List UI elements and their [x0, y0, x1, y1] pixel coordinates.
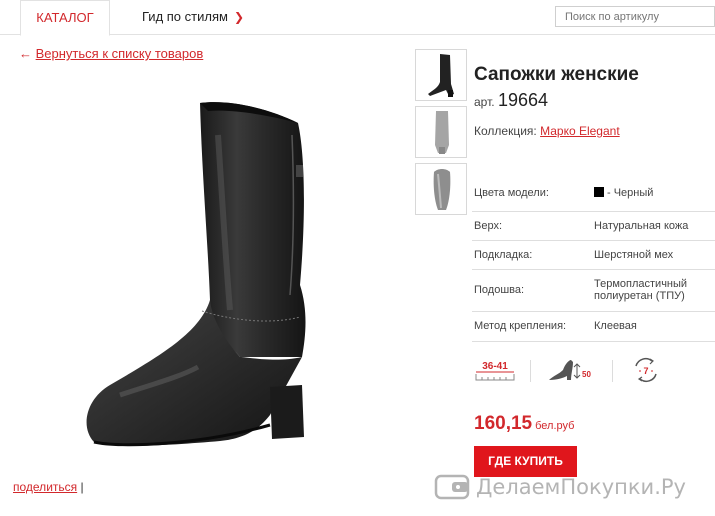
- boot-thumbnail-icon: [435, 111, 449, 154]
- collection-link[interactable]: Марко Elegant: [540, 124, 620, 138]
- watermark-text: ДелаемПокупки.Ру: [476, 475, 686, 499]
- spec-value: Шерстяной мех: [592, 240, 715, 270]
- width-text: 7: [643, 366, 648, 376]
- tab-style-guide[interactable]: Гид по стилям ❯: [142, 0, 244, 35]
- feature-divider: [612, 360, 613, 382]
- back-link-label: Вернуться к списку товаров: [35, 46, 204, 61]
- thumbnail-back-view[interactable]: [415, 106, 467, 158]
- spec-row-upper: Верх: Натуральная кожа: [472, 211, 715, 241]
- collection-label: Коллекция:: [474, 124, 537, 138]
- article-number: арт. 19664: [474, 90, 548, 111]
- collection: Коллекция: Марко Elegant: [474, 124, 620, 138]
- back-to-list-link[interactable]: ← Вернуться к списку товаров: [19, 46, 203, 61]
- spec-row-construction: Метод крепления: Клеевая: [472, 311, 715, 342]
- size-range-icon: 36-41: [474, 356, 518, 386]
- spec-key: Подкладка:: [472, 240, 592, 270]
- spec-row-colors: Цвета модели: - Черный: [472, 176, 715, 212]
- spec-key: Верх:: [472, 211, 592, 241]
- price-value: 160,15: [474, 413, 533, 434]
- boot-thumbnail-icon: [428, 54, 454, 97]
- price: 160,15 бел.руб: [474, 413, 574, 435]
- spec-table: Цвета модели: - Черный Верх: Натуральная…: [472, 176, 715, 342]
- tab-style-guide-label: Гид по стилям: [142, 9, 228, 24]
- heel-height-icon: 50: [547, 356, 593, 386]
- product-title: Сапожки женские: [474, 64, 639, 85]
- thumbnail-side-view[interactable]: [415, 49, 467, 101]
- spec-value: Термопластичный полиуретан (ТПУ): [592, 269, 715, 312]
- article-value: 19664: [497, 90, 548, 110]
- feature-divider: [530, 360, 531, 382]
- spec-value: - Черный: [592, 176, 715, 212]
- color-name: - Черный: [607, 187, 654, 200]
- article-search-input[interactable]: [555, 6, 715, 27]
- thumbnail-front-view[interactable]: [415, 163, 467, 215]
- wallet-icon: [434, 474, 470, 500]
- chevron-right-icon: ❯: [233, 10, 244, 24]
- share-link[interactable]: поделиться |: [13, 480, 84, 494]
- tab-catalog[interactable]: Каталог: [20, 0, 110, 36]
- arrow-left-icon: ←: [19, 46, 32, 61]
- share-label: поделиться: [13, 480, 78, 494]
- watermark: ДелаемПокупки.Ру: [434, 471, 686, 503]
- currency: бел.руб: [535, 420, 575, 432]
- spec-value: Клеевая: [592, 311, 715, 342]
- spec-value: Натуральная кожа: [592, 211, 715, 241]
- spec-key: Цвета модели:: [472, 176, 592, 212]
- heel-height-text: 50: [582, 370, 591, 379]
- share-separator: |: [80, 480, 84, 494]
- spec-row-sole: Подошва: Термопластичный полиуретан (ТПУ…: [472, 269, 715, 312]
- color-swatch[interactable]: [594, 187, 604, 198]
- boot-thumbnail-icon: [433, 169, 451, 210]
- article-label: арт.: [474, 95, 495, 109]
- spec-row-lining: Подкладка: Шерстяной мех: [472, 240, 715, 270]
- width-icon: 7: [632, 356, 660, 386]
- size-range-text: 36-41: [482, 361, 508, 372]
- spec-key: Метод крепления:: [472, 311, 592, 342]
- spec-key: Подошва:: [472, 269, 592, 312]
- product-photo: [86, 102, 306, 447]
